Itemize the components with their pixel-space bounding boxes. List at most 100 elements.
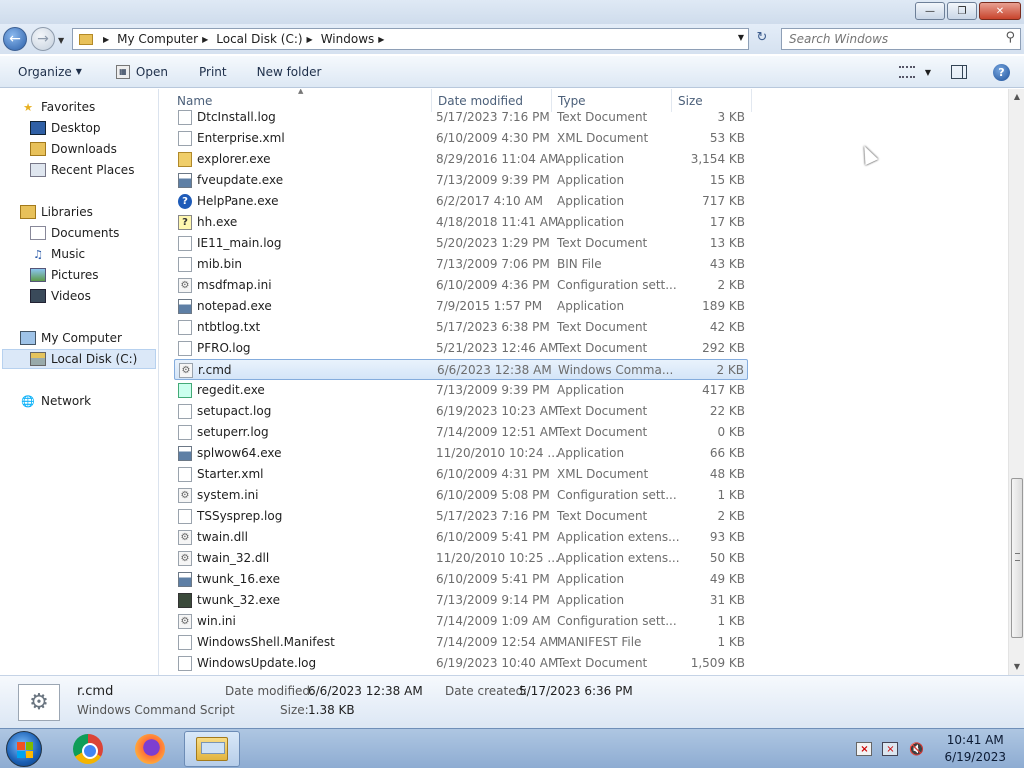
file-date: 7/13/2009 9:39 PM <box>436 173 550 187</box>
nav-music[interactable]: ♫ Music <box>30 244 85 264</box>
chevron-right-icon[interactable]: ▶ <box>378 35 384 44</box>
close-icon: ✕ <box>995 5 1005 17</box>
file-row[interactable]: ⚙ twain_32.dll 11/20/2010 10:25 ... Applica… <box>174 548 748 569</box>
view-options-dropdown[interactable]: ▼ <box>925 68 931 77</box>
chevron-right-icon[interactable]: ▶ <box>103 35 109 44</box>
chevron-right-icon[interactable]: ▶ <box>202 35 208 44</box>
breadcrumb-local-disk[interactable]: Local Disk (C:) ▶ <box>216 32 320 46</box>
scroll-down-button[interactable]: ▼ <box>1009 659 1024 675</box>
file-row[interactable]: ⚙ msdfmap.ini 6/10/2009 4:36 PM Configurati… <box>174 275 748 296</box>
file-row[interactable]: Enterprise.xml 6/10/2009 4:30 PM XML Docum… <box>174 128 748 149</box>
sort-ascending-icon: ▲ <box>298 89 304 95</box>
file-row[interactable]: fveupdate.exe 7/13/2009 9:39 PM Applicatio… <box>174 170 748 191</box>
minimize-button[interactable]: — <box>915 2 945 20</box>
window-controls: — ❐ ✕ <box>915 2 1021 20</box>
file-row[interactable]: setuperr.log 7/14/2009 12:51 AM Text Docum… <box>174 422 748 443</box>
file-row[interactable]: ? HelpPane.exe 6/2/2017 4:10 AM Application… <box>174 191 748 212</box>
taskbar-chrome[interactable] <box>60 731 116 767</box>
computer-icon <box>20 331 36 345</box>
organize-button[interactable]: Organize ▼ <box>18 65 82 79</box>
chevron-right-icon[interactable]: ▶ <box>307 35 313 44</box>
file-row[interactable]: IE11_main.log 5/20/2023 1:29 PM Text Docum… <box>174 233 748 254</box>
document-icon <box>178 236 192 251</box>
file-row[interactable]: setupact.log 6/19/2023 10:23 AM Text Docum… <box>174 401 748 422</box>
file-row[interactable]: ntbtlog.txt 5/17/2023 6:38 PM Text Documen… <box>174 317 748 338</box>
vertical-scrollbar[interactable]: ▲ ▼ <box>1008 89 1024 675</box>
nav-favorites[interactable]: ★ Favorites <box>20 97 95 117</box>
file-size: 13 KB <box>709 236 745 250</box>
nav-documents[interactable]: Documents <box>30 223 119 243</box>
file-date: 6/2/2017 4:10 AM <box>436 194 544 208</box>
close-button[interactable]: ✕ <box>979 2 1021 20</box>
file-row[interactable]: notepad.exe 7/9/2015 1:57 PM Application 18… <box>174 296 748 317</box>
scroll-thumb[interactable] <box>1011 478 1023 638</box>
file-row[interactable]: PFRO.log 5/21/2023 12:46 AM Text Document 2… <box>174 338 748 359</box>
new-folder-button[interactable]: New folder <box>257 65 322 79</box>
file-row[interactable]: ⚙ win.ini 7/14/2009 1:09 AM Configuration s… <box>174 611 748 632</box>
nav-my-computer[interactable]: My Computer <box>20 328 122 348</box>
details-file-name: r.cmd <box>77 684 114 699</box>
column-header-date[interactable]: Date modified <box>438 94 523 108</box>
recent-pages-dropdown[interactable]: ▼ <box>58 36 64 45</box>
nav-local-disk[interactable]: Local Disk (C:) <box>2 349 156 369</box>
column-header-size[interactable]: Size <box>678 94 703 108</box>
search-box[interactable]: ⚲ <box>781 28 1021 50</box>
column-header-name[interactable]: Name <box>177 94 212 108</box>
nav-downloads[interactable]: Downloads <box>30 139 117 159</box>
restore-button[interactable]: ❐ <box>947 2 977 20</box>
taskbar-explorer[interactable] <box>184 731 240 767</box>
file-row[interactable]: splwow64.exe 11/20/2010 10:24 ... Applicat… <box>174 443 748 464</box>
search-input[interactable] <box>789 29 999 49</box>
taskbar-firefox[interactable] <box>122 731 178 767</box>
nav-recent-places[interactable]: Recent Places <box>30 160 134 180</box>
file-row[interactable]: regedit.exe 7/13/2009 9:39 PM Application 4… <box>174 380 748 401</box>
file-row[interactable]: WindowsShell.Manifest 7/14/2009 12:54 AM M… <box>174 632 748 653</box>
nav-network[interactable]: 🌐 Network <box>20 391 91 411</box>
address-dropdown-button[interactable]: ▼ <box>738 33 744 42</box>
preview-pane-icon[interactable] <box>951 65 967 79</box>
search-icon[interactable]: ⚲ <box>1005 30 1015 45</box>
nav-pictures[interactable]: Pictures <box>30 265 99 285</box>
file-row[interactable]: twunk_16.exe 6/10/2009 5:41 PM Application… <box>174 569 748 590</box>
open-button[interactable]: ▦ Open <box>115 64 168 79</box>
print-button[interactable]: Print <box>199 65 227 79</box>
column-divider[interactable] <box>751 89 752 112</box>
document-icon <box>178 110 192 125</box>
clock[interactable]: 10:41 AM 6/19/2023 <box>944 732 1006 766</box>
arrow-right-icon: → <box>37 31 49 47</box>
nav-desktop[interactable]: Desktop <box>30 118 101 138</box>
nav-videos[interactable]: Videos <box>30 286 91 306</box>
nav-libraries[interactable]: Libraries <box>20 202 93 222</box>
breadcrumb-my-computer[interactable]: My Computer ▶ <box>117 32 216 46</box>
change-view-icon[interactable] <box>898 66 915 78</box>
file-name: splwow64.exe <box>197 446 282 460</box>
file-row[interactable]: explorer.exe 8/29/2016 11:04 AM Applicatio… <box>174 149 748 170</box>
file-row[interactable]: twunk_32.exe 7/13/2009 9:14 PM Application… <box>174 590 748 611</box>
help-icon[interactable]: ? <box>993 63 1010 81</box>
file-size: 2 KB <box>716 363 744 377</box>
file-row[interactable]: ⚙ r.cmd 6/6/2023 12:38 AM Windows Comma... 2… <box>174 359 748 380</box>
address-bar[interactable]: ▶ My Computer ▶ Local Disk (C:) ▶ Windows ▶… <box>72 28 749 50</box>
start-button[interactable] <box>6 731 42 767</box>
back-button[interactable]: ← <box>3 27 27 51</box>
forward-button[interactable]: → <box>31 27 55 51</box>
file-row[interactable]: TSSysprep.log 5/17/2023 7:16 PM Text Docum… <box>174 506 748 527</box>
file-name: mib.bin <box>197 257 243 271</box>
action-center-icon[interactable]: × <box>856 742 873 756</box>
file-row[interactable]: ⚙ twain.dll 6/10/2009 5:41 PM Application e… <box>174 527 748 548</box>
file-date: 5/21/2023 12:46 AM <box>436 341 559 355</box>
volume-muted-icon[interactable]: 🔇 <box>908 742 924 756</box>
file-row[interactable]: ? hh.exe 4/18/2018 11:41 AM Application 17 K… <box>174 212 748 233</box>
breadcrumb-windows[interactable]: Windows ▶ <box>321 32 393 46</box>
network-status-icon[interactable]: × <box>882 742 899 756</box>
file-row[interactable]: mib.bin 7/13/2009 7:06 PM BIN File 43 KB <box>174 254 748 275</box>
file-row[interactable]: Starter.xml 6/10/2009 4:31 PM XML Document… <box>174 464 748 485</box>
scroll-up-button[interactable]: ▲ <box>1009 89 1024 105</box>
file-row[interactable]: DtcInstall.log 5/17/2023 7:16 PM Text Docu… <box>174 107 748 128</box>
file-size: 1,509 KB <box>690 656 745 670</box>
file-date: 7/13/2009 7:06 PM <box>436 257 550 271</box>
file-row[interactable]: WindowsUpdate.log 6/19/2023 10:40 AM Text … <box>174 653 748 674</box>
refresh-button[interactable]: ↻ <box>752 30 772 48</box>
file-row[interactable]: ⚙ system.ini 6/10/2009 5:08 PM Configuratio… <box>174 485 748 506</box>
column-header-type[interactable]: Type <box>558 94 586 108</box>
